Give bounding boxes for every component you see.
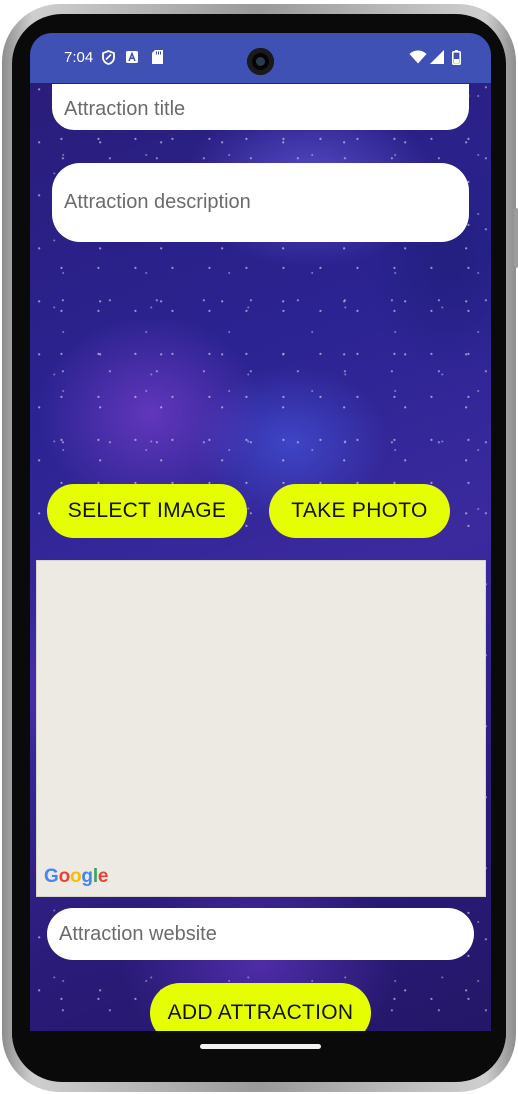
attraction-title-input[interactable]	[52, 84, 469, 130]
google-logo-letter: G	[44, 866, 59, 887]
status-time: 7:04	[64, 49, 94, 66]
app-screen: 7:04 SELECT IMAGE TAKE PHOTO Google ADD …	[30, 33, 491, 1031]
volume-button	[514, 208, 518, 268]
status-bar: 7:04	[30, 33, 491, 83]
google-logo-letter: e	[97, 866, 109, 887]
front-camera	[247, 48, 274, 75]
select-image-button[interactable]: SELECT IMAGE	[47, 484, 247, 538]
wifi-icon	[408, 49, 428, 65]
font-a-icon	[124, 49, 140, 65]
signal-icon	[429, 49, 445, 65]
google-logo-letter: g	[81, 866, 93, 887]
navigation-bar	[12, 1031, 506, 1081]
sd-card-icon	[149, 49, 165, 65]
google-logo-letter: o	[58, 866, 71, 887]
google-logo-letter: o	[70, 866, 82, 887]
attraction-description-input[interactable]	[52, 163, 469, 242]
shield-icon	[100, 49, 116, 65]
battery-icon	[448, 49, 464, 65]
add-attraction-button[interactable]: ADD ATTRACTION	[150, 983, 371, 1031]
home-gesture-handle[interactable]	[200, 1044, 321, 1049]
take-photo-button[interactable]: TAKE PHOTO	[269, 484, 450, 538]
map-view[interactable]: Google	[36, 560, 486, 897]
google-logo: Google	[44, 866, 108, 888]
attraction-website-input[interactable]	[47, 908, 474, 960]
